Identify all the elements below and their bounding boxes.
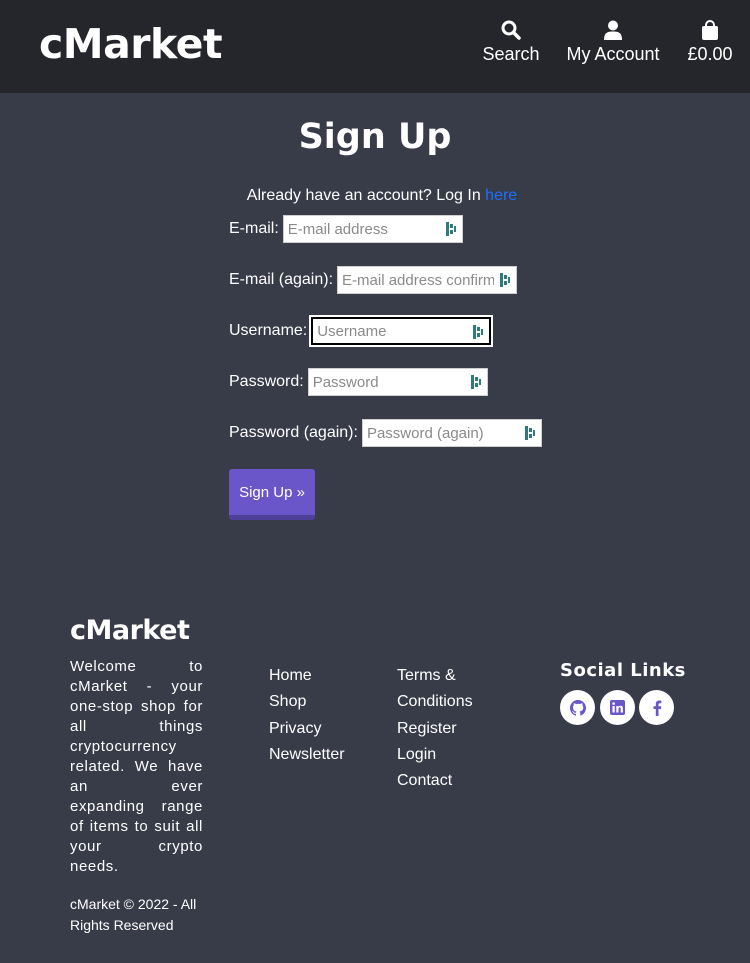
password-manager-icon[interactable] xyxy=(470,375,481,389)
email-again-field-row: E-mail (again): xyxy=(229,266,518,294)
password-input-wrap xyxy=(307,368,488,396)
bag-nav[interactable]: £0.00 xyxy=(686,20,734,65)
linkedin-icon xyxy=(610,700,625,715)
login-prompt-text: Already have an account? Log In xyxy=(246,187,486,204)
facebook-icon xyxy=(653,700,661,716)
password-again-field-row: Password (again): xyxy=(229,419,542,447)
footer-link-terms[interactable]: Terms & xyxy=(397,663,473,689)
user-icon xyxy=(604,20,622,40)
shopping-bag-icon xyxy=(702,20,718,40)
search-label: Search xyxy=(482,44,540,64)
password-input[interactable] xyxy=(308,369,487,395)
email-again-input-wrap xyxy=(337,266,518,294)
my-account-nav[interactable]: My Account xyxy=(563,20,663,65)
social-links-title: Social Links xyxy=(560,660,686,681)
footer-logo[interactable]: cMarket xyxy=(70,615,190,646)
site-logo[interactable]: cMarket xyxy=(39,20,223,68)
password-manager-icon[interactable] xyxy=(524,426,535,440)
login-prompt: Already have an account? Log In here xyxy=(0,187,750,205)
username-label: Username: xyxy=(229,322,308,339)
password-manager-icon[interactable] xyxy=(473,325,484,339)
footer-about: Welcome to cMarket - your one-stop shop … xyxy=(70,658,203,875)
site-header: cMarket Search My Account £0.00 xyxy=(0,0,750,93)
password-manager-icon[interactable] xyxy=(445,222,456,236)
search-icon xyxy=(501,20,521,40)
footer-link-register[interactable]: Register xyxy=(397,716,473,742)
footer-link-login[interactable]: Login xyxy=(397,742,473,768)
my-account-label: My Account xyxy=(566,44,660,64)
password-again-input-wrap xyxy=(361,419,542,447)
username-input[interactable] xyxy=(313,319,490,343)
page-title: Sign Up xyxy=(298,117,452,157)
email-again-input[interactable] xyxy=(338,267,517,293)
password-again-input[interactable] xyxy=(362,420,541,446)
footer-link-contact[interactable]: Contact xyxy=(397,768,473,794)
username-input-wrap xyxy=(309,315,494,347)
footer-link-newsletter[interactable]: Newsletter xyxy=(269,742,345,768)
footer-link-home[interactable]: Home xyxy=(269,663,345,689)
linkedin-link[interactable] xyxy=(600,690,635,725)
facebook-link[interactable] xyxy=(639,690,674,725)
footer-links-col2: Terms & Conditions Register Login Contac… xyxy=(397,663,473,794)
sign-up-button[interactable]: Sign Up » xyxy=(229,469,315,520)
username-field-row: Username: xyxy=(229,315,494,347)
bag-total: £0.00 xyxy=(687,44,733,64)
email-input-wrap xyxy=(282,215,463,243)
footer-link-shop[interactable]: Shop xyxy=(269,689,345,715)
footer-copyright: cMarket © 2022 - All Rights Reserved xyxy=(70,896,197,933)
github-link[interactable] xyxy=(560,690,595,725)
email-field-row: E-mail: xyxy=(229,215,463,243)
email-input[interactable] xyxy=(283,216,462,242)
footer-link-conditions[interactable]: Conditions xyxy=(397,689,473,715)
footer-links-col1: Home Shop Privacy Newsletter xyxy=(269,663,345,768)
password-again-label: Password (again): xyxy=(229,424,358,441)
email-label: E-mail: xyxy=(229,220,279,237)
login-link[interactable]: here xyxy=(485,187,517,204)
password-field-row: Password: xyxy=(229,368,488,396)
password-manager-icon[interactable] xyxy=(500,273,511,287)
email-again-label: E-mail (again): xyxy=(229,271,334,288)
password-label: Password: xyxy=(229,373,304,390)
github-icon xyxy=(569,699,586,716)
search-nav[interactable]: Search xyxy=(482,20,540,65)
footer-link-privacy[interactable]: Privacy xyxy=(269,716,345,742)
